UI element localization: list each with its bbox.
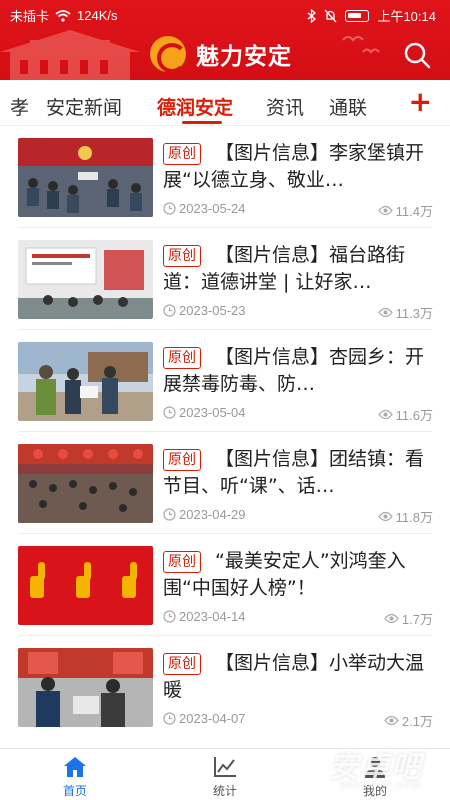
view-count: 11.6万 — [395, 408, 433, 423]
article-title[interactable]: 【图片信息】李家堡镇开展“以德立身、敬业… — [163, 140, 433, 194]
article-meta: 2023-04-07 2.1万 — [163, 711, 433, 729]
network-speed: 124K/s — [77, 8, 118, 23]
clock-icon — [163, 304, 176, 317]
list-item[interactable]: 原创 【图片信息】李家堡镇开展“以德立身、敬业… 2023-05-24 11.4… — [0, 126, 450, 228]
clock-icon — [163, 406, 176, 419]
view-count: 11.3万 — [395, 306, 433, 321]
nav-home[interactable]: 首页 — [35, 755, 115, 799]
mute-bell-icon — [324, 9, 337, 22]
clock-icon — [163, 610, 176, 623]
app-title: 魅力安定 — [196, 43, 292, 70]
clock-icon — [163, 202, 176, 215]
article-meta: 2023-04-29 11.8万 — [163, 507, 433, 525]
article-date: 2023-05-23 — [179, 303, 246, 318]
eye-icon — [377, 205, 393, 216]
article-date: 2023-05-24 — [179, 201, 246, 216]
list-item[interactable]: 原创 【图片信息】福台路街道：道德讲堂 | 让好家… 2023-05-23 11… — [0, 228, 450, 330]
category-tabs: 孝 安定新闻 德润安定 资讯 通联 + — [0, 80, 450, 126]
article-title[interactable]: 【图片信息】小举动大温暖 — [163, 650, 433, 704]
article-thumbnail — [18, 546, 153, 625]
tab-news[interactable]: 资讯 — [266, 93, 304, 120]
clock-icon — [163, 712, 176, 725]
eye-icon — [377, 409, 393, 420]
eye-icon — [377, 307, 393, 318]
battery-icon — [345, 9, 370, 22]
article-date: 2023-04-29 — [179, 507, 246, 522]
article-thumbnail — [18, 342, 153, 421]
article-meta: 2023-05-04 11.6万 — [163, 405, 433, 423]
bluetooth-icon — [308, 8, 317, 23]
app-logo-icon — [150, 36, 187, 73]
view-count: 11.8万 — [395, 510, 433, 525]
list-item[interactable]: 原创 【图片信息】小举动大温暖 2023-04-07 2.1万 — [0, 636, 450, 738]
site-watermark: 安卓吧 anzhuo8.com — [329, 750, 422, 789]
active-tab-indicator — [182, 121, 222, 124]
wifi-icon — [55, 9, 71, 22]
tab-anding-news[interactable]: 安定新闻 — [46, 93, 122, 120]
eye-icon — [377, 511, 393, 522]
article-title[interactable]: 【图片信息】福台路街道：道德讲堂 | 让好家… — [163, 242, 433, 296]
clock-icon — [163, 508, 176, 521]
tab-tonglian[interactable]: 通联 — [329, 93, 367, 120]
nav-stats[interactable]: 统计 — [185, 755, 265, 799]
building-decoration — [0, 30, 140, 80]
article-meta: 2023-04-14 1.7万 — [163, 609, 433, 627]
article-list: 原创 【图片信息】李家堡镇开展“以德立身、敬业… 2023-05-24 11.4… — [0, 126, 450, 746]
article-title[interactable]: “最美安定人”刘鸿奎入围“中国好人榜”！ — [163, 548, 433, 602]
clock-time: 上午10:14 — [377, 9, 436, 24]
article-meta: 2023-05-23 11.3万 — [163, 303, 433, 321]
view-count: 11.4万 — [395, 204, 433, 219]
article-thumbnail — [18, 240, 153, 319]
article-title[interactable]: 【图片信息】杏园乡：开展禁毒防毒、防… — [163, 344, 433, 398]
birds-decoration — [342, 36, 380, 54]
eye-icon — [384, 715, 399, 726]
article-thumbnail — [18, 138, 153, 217]
tab-derun-anding[interactable]: 德润安定 — [157, 93, 233, 120]
view-count: 2.1万 — [401, 714, 433, 729]
search-icon[interactable] — [402, 40, 432, 70]
add-tab-button[interactable]: + — [409, 88, 432, 116]
tab-xiao[interactable]: 孝 — [10, 93, 29, 120]
view-count: 1.7万 — [401, 612, 433, 627]
home-icon — [64, 757, 86, 777]
article-date: 2023-05-04 — [179, 405, 246, 420]
app-header: 未插卡 124K/s 上午10:14 魅力安定 — [0, 0, 450, 80]
article-meta: 2023-05-24 11.4万 — [163, 201, 433, 219]
article-date: 2023-04-07 — [179, 711, 246, 726]
list-item[interactable]: 原创 【图片信息】团结镇：看节目、听“课”、话… 2023-04-29 11.8… — [0, 432, 450, 534]
status-bar: 未插卡 124K/s 上午10:14 — [0, 0, 450, 28]
article-thumbnail — [18, 648, 153, 727]
chart-icon — [214, 757, 236, 777]
article-title[interactable]: 【图片信息】团结镇：看节目、听“课”、话… — [163, 446, 433, 500]
article-thumbnail — [18, 444, 153, 523]
list-item[interactable]: 原创 【图片信息】杏园乡：开展禁毒防毒、防… 2023-05-04 11.6万 — [0, 330, 450, 432]
list-item[interactable]: 原创 “最美安定人”刘鸿奎入围“中国好人榜”！ 2023-04-14 1.7万 — [0, 534, 450, 636]
carrier-label: 未插卡 — [10, 9, 50, 24]
nav-home-label: 首页 — [62, 784, 87, 798]
brand: 魅力安定 — [150, 36, 292, 73]
article-date: 2023-04-14 — [179, 609, 246, 624]
eye-icon — [384, 613, 399, 624]
nav-stats-label: 统计 — [212, 784, 237, 798]
